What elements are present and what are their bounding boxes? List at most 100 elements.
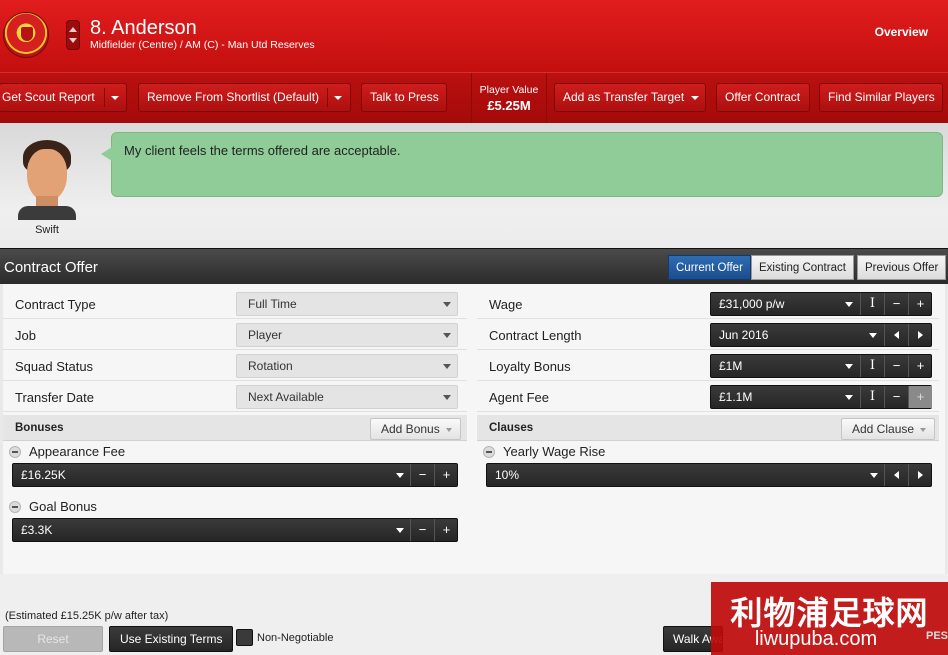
yearly-wage-rise-value: 10% (495, 468, 520, 482)
player-nav-arrows[interactable] (66, 20, 80, 50)
remove-from-shortlist-label: Remove From Shortlist (Default) (147, 90, 320, 104)
chevron-down-icon[interactable] (870, 473, 878, 478)
appearance-fee-control[interactable]: £16.25K − + (12, 463, 458, 487)
goal-bonus-label: Goal Bonus (29, 499, 97, 514)
transfer-date-label: Transfer Date (15, 390, 94, 405)
contract-type-value: Full Time (248, 297, 297, 311)
agent-response-area: Swift My client feels the terms offered … (0, 123, 948, 248)
wage-label: Wage (489, 297, 523, 312)
arrow-left-icon[interactable] (884, 464, 908, 486)
squad-status-select[interactable]: Rotation (236, 354, 458, 378)
bonus-item-goal-bonus: Goal Bonus (3, 497, 467, 517)
agent-avatar (18, 140, 76, 220)
job-row: Job Player (3, 319, 467, 350)
arrow-right-icon[interactable] (908, 324, 932, 346)
job-select[interactable]: Player (236, 323, 458, 347)
plus-icon[interactable]: + (908, 355, 932, 377)
tab-previous-offer[interactable]: Previous Offer (857, 255, 947, 280)
minus-icon[interactable]: − (884, 386, 908, 408)
transfer-date-select[interactable]: Next Available (236, 385, 458, 409)
chevron-down-icon (443, 333, 451, 338)
loyalty-bonus-label: Loyalty Bonus (489, 359, 571, 374)
chevron-down-icon (443, 395, 451, 400)
use-existing-terms-button[interactable]: Use Existing Terms (109, 626, 234, 652)
remove-from-shortlist-button[interactable]: Remove From Shortlist (Default) (138, 83, 351, 112)
arrow-down-icon[interactable] (69, 38, 77, 43)
agent-name: Swift (35, 224, 59, 236)
add-clause-label: Add Clause (852, 422, 915, 436)
chevron-down-icon[interactable] (869, 333, 877, 338)
minus-icon[interactable]: − (884, 293, 908, 315)
add-clause-button[interactable]: Add Clause (841, 418, 936, 440)
text-cursor-icon[interactable]: I (860, 386, 884, 408)
overview-link[interactable]: Overview (875, 25, 928, 39)
contract-type-select[interactable]: Full Time (236, 292, 458, 316)
add-bonus-button[interactable]: Add Bonus (370, 418, 461, 440)
plus-icon[interactable]: + (434, 519, 458, 541)
chevron-down-icon (445, 427, 452, 432)
chevron-down-icon (443, 302, 451, 307)
contract-length-row: Contract Length Jun 2016 (477, 319, 939, 350)
contract-offer-header: Contract Offer Current Offer Existing Co… (0, 248, 948, 284)
player-name: 8. Anderson (90, 17, 197, 39)
action-toolbar: Get Scout Report Remove From Shortlist (… (0, 72, 948, 123)
clause-item-yearly-wage-rise: Yearly Wage Rise (477, 442, 939, 462)
chevron-down-icon[interactable] (334, 96, 342, 100)
chevron-down-icon[interactable] (111, 96, 119, 100)
loyalty-bonus-control[interactable]: £1M I − + (710, 354, 932, 378)
wage-control[interactable]: £31,000 p/w I − + (710, 292, 932, 316)
transfer-date-value: Next Available (248, 390, 324, 404)
plus-icon[interactable]: + (908, 293, 932, 315)
collapse-minus-icon[interactable] (9, 501, 21, 513)
player-value-label: Player Value (479, 84, 539, 96)
add-transfer-target-button[interactable]: Add as Transfer Target (554, 83, 706, 112)
offer-contract-label: Offer Contract (725, 90, 801, 104)
chevron-down-icon[interactable] (845, 395, 853, 400)
contract-type-row: Contract Type Full Time (3, 288, 467, 319)
chevron-down-icon[interactable] (691, 96, 699, 100)
collapse-minus-icon[interactable] (483, 446, 495, 458)
minus-icon[interactable]: − (410, 464, 434, 486)
chevron-down-icon[interactable] (396, 473, 404, 478)
non-negotiable-checkbox[interactable] (236, 629, 253, 646)
find-similar-players-button[interactable]: Find Similar Players (819, 83, 943, 112)
yearly-wage-rise-control[interactable]: 10% (486, 463, 932, 487)
squad-status-value: Rotation (248, 359, 293, 373)
chevron-down-icon[interactable] (396, 528, 404, 533)
agent-fee-control[interactable]: £1.1M I − + (710, 385, 932, 409)
arrow-left-icon[interactable] (884, 324, 908, 346)
agent-fee-value: £1.1M (719, 390, 753, 404)
watermark-url: liwupuba.com (754, 628, 878, 650)
squad-status-row: Squad Status Rotation (3, 350, 467, 381)
arrow-right-icon[interactable] (908, 464, 932, 486)
goal-bonus-control[interactable]: £3.3K − + (12, 518, 458, 542)
tab-current-offer[interactable]: Current Offer (668, 255, 751, 280)
minus-icon[interactable]: − (410, 519, 434, 541)
tab-existing-contract[interactable]: Existing Contract (751, 255, 854, 280)
reset-changes-button[interactable]: Reset Changes (3, 626, 103, 652)
add-bonus-label: Add Bonus (381, 422, 440, 436)
collapse-minus-icon[interactable] (9, 446, 21, 458)
player-header: 8. Anderson Midfielder (Centre) / AM (C)… (0, 0, 948, 72)
contract-length-control[interactable]: Jun 2016 (710, 323, 932, 347)
player-value: Player Value £5.25M (471, 73, 547, 123)
chevron-down-icon[interactable] (845, 302, 853, 307)
find-similar-players-label: Find Similar Players (828, 90, 935, 104)
clauses-header: Clauses Add Clause (477, 415, 939, 441)
wage-row: Wage £31,000 p/w I − + (477, 288, 939, 319)
minus-icon[interactable]: − (884, 355, 908, 377)
plus-icon[interactable]: + (434, 464, 458, 486)
chevron-down-icon (443, 364, 451, 369)
text-cursor-icon[interactable]: I (860, 293, 884, 315)
yearly-wage-rise-label: Yearly Wage Rise (503, 444, 606, 459)
arrow-up-icon[interactable] (69, 27, 77, 32)
text-cursor-icon[interactable]: I (860, 355, 884, 377)
offer-contract-button[interactable]: Offer Contract (716, 83, 810, 112)
job-value: Player (248, 328, 283, 342)
get-scout-report-button[interactable]: Get Scout Report (0, 83, 127, 112)
loyalty-bonus-row: Loyalty Bonus £1M I − + (477, 350, 939, 381)
talk-to-press-button[interactable]: Talk to Press (361, 83, 447, 112)
chevron-down-icon (920, 427, 927, 432)
chevron-down-icon[interactable] (845, 364, 853, 369)
job-label: Job (15, 328, 36, 343)
